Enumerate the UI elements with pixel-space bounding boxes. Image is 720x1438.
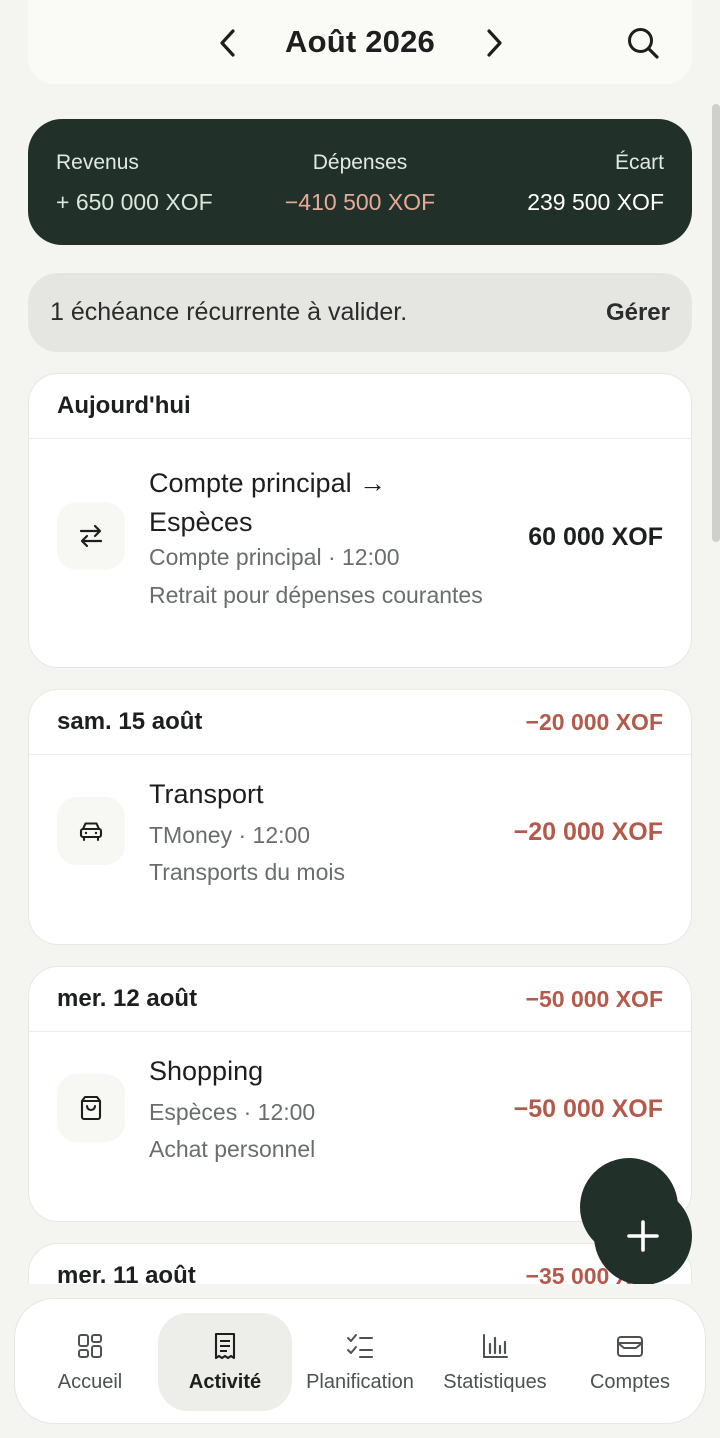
transaction-icon-box [57,1074,125,1142]
gap-summary: Écart 239 500 XOF [527,151,664,216]
month-header: Août 2026 [28,0,692,84]
transaction-amount: −20 000 XOF [513,818,663,846]
search-icon [628,28,659,59]
car-icon [79,822,103,842]
transaction-meta: TMoney · 12:00 [149,822,311,848]
day-header: mer. 12 août −50 000 XOF [29,967,691,1032]
nav-item-comptes[interactable]: Comptes [563,1313,697,1411]
transaction-note: Transports du mois [149,859,345,885]
dashboard-icon [75,1331,105,1361]
transaction-title: Shopping [149,1056,264,1086]
day-header: Aujourd'hui [29,374,691,439]
transaction-item[interactable]: Transport TMoney · 12:00 Transports du m… [29,755,691,944]
day-title: Aujourd'hui [57,392,191,419]
day-group-aug-15: sam. 15 août −20 000 XOF Transport TMone… [28,689,692,945]
nav-item-statistiques[interactable]: Statistiques [428,1313,562,1411]
transaction-icon-box [57,797,125,865]
nav-item-activite[interactable]: Activité [158,1313,292,1411]
nav-label: Comptes [589,1370,671,1393]
search-button[interactable] [624,24,662,62]
nav-label: Statistiques [443,1370,547,1393]
nav-item-accueil[interactable]: Accueil [23,1313,157,1411]
receipt-icon [210,1331,240,1361]
nav-item-planification[interactable]: Planification [293,1313,427,1411]
day-total: −20 000 XOF [525,708,663,735]
manage-button[interactable]: Gérer [606,299,670,327]
day-total: −50 000 XOF [525,985,663,1012]
bar-chart-icon [480,1331,510,1361]
transaction-meta: Compte principal · 12:00 [149,544,400,570]
day-group-today: Aujourd'hui Compte principal → Espèces C… [28,373,692,668]
wallet-icon [615,1331,645,1361]
transaction-title-line2: Espèces [149,507,253,537]
recurring-banner-text: 1 échéance récurrente à valider. [50,298,408,326]
scrollbar[interactable] [712,104,720,542]
recurring-banner: 1 échéance récurrente à valider. Gérer [28,273,692,352]
transaction-icon-box [57,502,125,570]
checklist-icon [345,1331,375,1361]
day-title: mer. 12 août [57,985,198,1012]
shopping-bag-icon [80,1095,102,1121]
plus-icon [627,1220,659,1252]
transaction-title: Compte principal → Espèces [149,464,386,542]
transaction-item[interactable]: Compte principal → Espèces Compte princi… [29,439,691,667]
expense-value: −410 500 XOF [284,189,436,215]
previous-month-button[interactable] [211,26,245,60]
income-label: Revenus [56,151,139,174]
expense-label: Dépenses [312,151,408,174]
transaction-amount: 60 000 XOF [528,523,663,551]
transfer-icon [79,524,103,548]
bottom-navigation: Accueil Activité Planification Statistiq… [14,1298,706,1424]
day-header: sam. 15 août −20 000 XOF [29,690,691,755]
month-title: Août 2026 [285,24,435,59]
transaction-title: Transport [149,779,264,809]
add-transaction-button[interactable] [594,1187,692,1285]
nav-label: Accueil [57,1370,123,1393]
nav-label: Activité [188,1370,262,1393]
gap-value: 239 500 XOF [527,189,664,215]
transaction-meta: Espèces · 12:00 [149,1099,316,1125]
transaction-note: Retrait pour dépenses courantes [149,582,483,608]
transaction-note: Achat personnel [149,1136,316,1162]
expense-summary: Dépenses −410 500 XOF [284,151,436,216]
day-title: sam. 15 août [57,708,203,735]
monthly-summary-card: Revenus + 650 000 XOF Dépenses −410 500 … [28,119,692,245]
chevron-left-icon [220,29,235,57]
gap-label: Écart [614,151,664,174]
income-summary: Revenus + 650 000 XOF [56,151,213,216]
next-month-button[interactable] [477,26,511,60]
chevron-right-icon [487,29,502,57]
nav-label: Planification [306,1370,414,1393]
transaction-title-line1: Compte principal → [149,468,387,498]
income-value: + 650 000 XOF [56,189,213,215]
transaction-amount: −50 000 XOF [513,1095,663,1123]
